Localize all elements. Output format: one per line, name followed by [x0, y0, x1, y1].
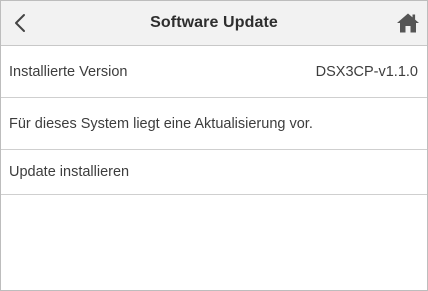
software-update-screen: Software Update Installierte Version DSX… — [0, 0, 428, 291]
home-button[interactable] — [391, 5, 425, 41]
header-bar: Software Update — [1, 1, 427, 46]
installed-version-value: DSX3CP-v1.1.0 — [315, 63, 418, 80]
install-update-label: Update installieren — [9, 164, 130, 180]
installed-version-row: Installierte Version DSX3CP-v1.1.0 — [1, 46, 427, 98]
chevron-left-icon — [15, 14, 25, 32]
update-available-message: Für dieses System liegt eine Aktualisier… — [9, 115, 313, 132]
back-button[interactable] — [3, 5, 37, 41]
home-icon — [397, 13, 419, 33]
installed-version-label: Installierte Version — [9, 63, 128, 80]
page-title: Software Update — [150, 14, 278, 31]
install-update-button[interactable]: Update installieren — [1, 150, 427, 195]
empty-content-area — [1, 195, 427, 290]
update-available-row: Für dieses System liegt eine Aktualisier… — [1, 98, 427, 150]
